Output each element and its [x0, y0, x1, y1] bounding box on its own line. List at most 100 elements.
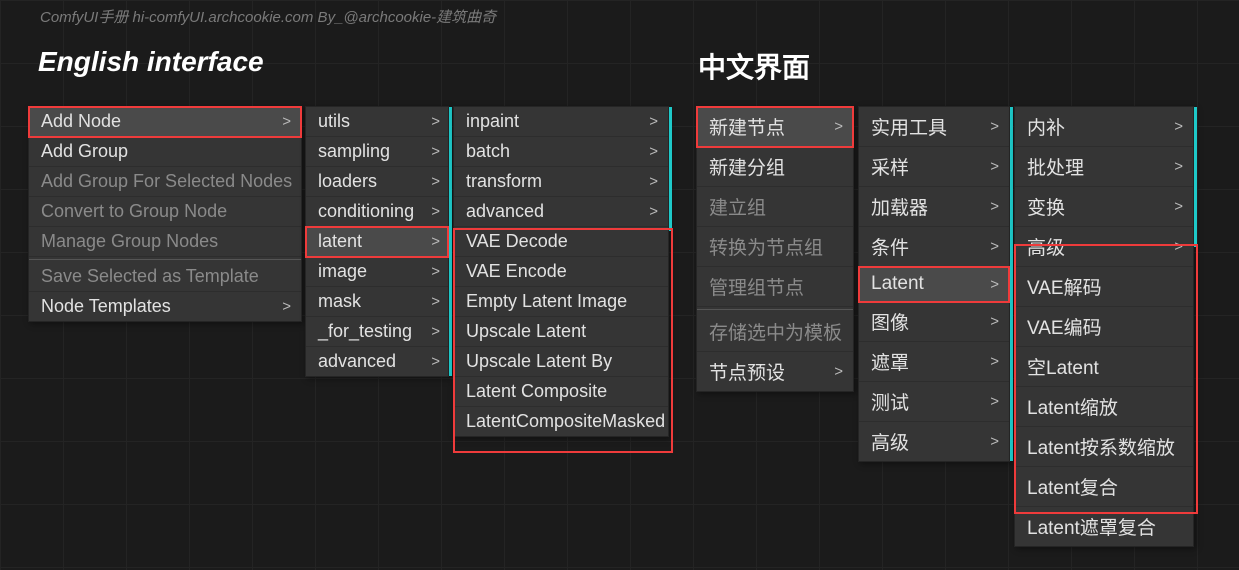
menu-item-label: image	[318, 261, 367, 282]
latent-submenu-en-item[interactable]: VAE Encode	[454, 257, 668, 287]
submenu-arrow-icon: >	[1174, 118, 1183, 135]
submenu-arrow-icon: >	[990, 198, 999, 215]
category-menu-zh-item[interactable]: 实用工具>	[859, 107, 1009, 147]
menu-item-label: Add Group For Selected Nodes	[41, 171, 292, 192]
category-menu-zh-item[interactable]: 条件>	[859, 227, 1009, 267]
context-menu-en-item[interactable]: Node Templates>	[29, 292, 301, 321]
category-menu-en-item[interactable]: image>	[306, 257, 448, 287]
latent-submenu-en-item[interactable]: Latent Composite	[454, 377, 668, 407]
submenu-arrow-icon: >	[990, 393, 999, 410]
menu-item-label: VAE解码	[1027, 273, 1102, 300]
menu-item-label: Latent	[871, 273, 924, 295]
menu-item-label: Manage Group Nodes	[41, 231, 218, 252]
submenu-arrow-icon: >	[431, 323, 440, 340]
latent-submenu-en-item[interactable]: Upscale Latent	[454, 317, 668, 347]
menu-item-label: Save Selected as Template	[41, 266, 259, 287]
latent-submenu-en[interactable]: inpaint>batch>transform>advanced>VAE Dec…	[453, 106, 669, 437]
heading-chinese: 中文界面	[698, 46, 810, 86]
category-menu-en[interactable]: utils>sampling>loaders> conditioning > late…	[305, 106, 449, 377]
menu-item-label: LatentCompositeMasked	[466, 411, 665, 432]
menu-item-label: 实用工具	[871, 113, 947, 140]
latent-submenu-zh-item[interactable]: 批处理>	[1015, 147, 1193, 187]
category-menu-zh-item[interactable]: 高级>	[859, 422, 1009, 461]
menu-item-label: 新建节点	[709, 113, 785, 140]
latent-submenu-en-item[interactable]: inpaint>	[454, 107, 668, 137]
menu-item-label: 图像	[871, 308, 909, 335]
menu-item-label: 高级	[871, 428, 909, 455]
latent-submenu-zh-item[interactable]: VAE编码	[1015, 307, 1193, 347]
menu-item-label: 管理组节点	[709, 273, 804, 300]
category-menu-zh-item[interactable]: 采样 >	[859, 147, 1009, 187]
menu-item-label: 采样	[871, 153, 909, 180]
latent-submenu-zh-item[interactable]: Latent遮罩复合	[1015, 507, 1193, 546]
latent-submenu-zh-item[interactable]: Latent缩放	[1015, 387, 1193, 427]
category-menu-zh[interactable]: 实用工具>采样>加载器>条件>Latent>图像>遮罩>测试>高级>	[858, 106, 1010, 462]
latent-submenu-zh-item[interactable]: Latent按系数缩放	[1015, 427, 1193, 467]
category-menu-en-item[interactable]: advanced>	[306, 347, 448, 376]
menu-item-label: latent	[318, 231, 362, 252]
menu-item-label: 存储选中为模板	[709, 318, 842, 345]
submenu-arrow-icon: >	[649, 173, 658, 190]
context-menu-zh-item[interactable]: 节点预设>	[697, 352, 853, 391]
submenu-arrow-icon: >	[990, 158, 999, 175]
menu-item-label: Node Templates	[41, 296, 171, 317]
context-menu-zh-item: 转换为节点组	[697, 227, 853, 267]
submenu-arrow-icon: >	[649, 143, 658, 160]
latent-submenu-en-item[interactable]: Empty Latent Image	[454, 287, 668, 317]
menu-accent-edge	[669, 107, 672, 231]
menu-accent-edge	[449, 107, 452, 376]
context-menu-zh-item[interactable]: 新建分组	[697, 147, 853, 187]
latent-submenu-zh[interactable]: 内补>批处理> 变换 > 高级 > VAE解码 VAE编码空LatentLatent缩放 La…	[1014, 106, 1194, 547]
category-menu-en-item[interactable]: loaders>	[306, 167, 448, 197]
submenu-arrow-icon: >	[1174, 158, 1183, 175]
submenu-arrow-icon: >	[990, 353, 999, 370]
latent-submenu-en-item[interactable]: VAE Decode	[454, 227, 668, 257]
menu-item-label: conditioning	[318, 201, 414, 222]
context-menu-zh-item[interactable]: 新建节点>	[697, 107, 853, 147]
latent-submenu-zh-item[interactable]: 空Latent	[1015, 347, 1193, 387]
category-menu-zh-item[interactable]: 测试>	[859, 382, 1009, 422]
category-menu-en-item[interactable]: sampling>	[306, 137, 448, 167]
context-menu-zh-item: 管理组节点	[697, 267, 853, 307]
category-menu-zh-item[interactable]: 加载器>	[859, 187, 1009, 227]
menu-item-label: Convert to Group Node	[41, 201, 227, 222]
category-menu-en-item[interactable]: conditioning >	[306, 197, 448, 227]
latent-submenu-en-item[interactable]: batch>	[454, 137, 668, 167]
latent-submenu-en-item[interactable]: transform>	[454, 167, 668, 197]
latent-submenu-zh-item[interactable]: 高级 >	[1015, 227, 1193, 267]
category-menu-zh-item[interactable]: 图像 >	[859, 302, 1009, 342]
submenu-arrow-icon: >	[990, 313, 999, 330]
context-menu-zh-item: 建立组	[697, 187, 853, 227]
context-menu-en-item[interactable]: Add Node>	[29, 107, 301, 137]
menu-item-label: 遮罩	[871, 348, 909, 375]
context-menu-en-item[interactable]: Add Group	[29, 137, 301, 167]
submenu-arrow-icon: >	[431, 293, 440, 310]
submenu-arrow-icon: >	[1174, 198, 1183, 215]
context-menu-en-item: Add Group For Selected Nodes	[29, 167, 301, 197]
latent-submenu-en-item[interactable]: LatentCompositeMasked	[454, 407, 668, 436]
category-menu-en-item[interactable]: latent>	[306, 227, 448, 257]
context-menu-en[interactable]: Add Node>Add Group Add Group For Selected…	[28, 106, 302, 322]
menu-item-label: advanced	[466, 201, 544, 222]
latent-submenu-zh-item[interactable]: VAE解码	[1015, 267, 1193, 307]
category-menu-en-item[interactable]: _for_testing>	[306, 317, 448, 347]
menu-item-label: 变换	[1027, 193, 1065, 220]
latent-submenu-en-item[interactable]: advanced>	[454, 197, 668, 227]
category-menu-zh-item[interactable]: 遮罩 >	[859, 342, 1009, 382]
submenu-arrow-icon: >	[431, 173, 440, 190]
latent-submenu-en-item[interactable]: Upscale Latent By	[454, 347, 668, 377]
context-menu-zh[interactable]: 新建节点> 新建分组建立组转换为节点组管理组节点存储选中为模板节点预设>	[696, 106, 854, 392]
menu-item-label: Latent按系数缩放	[1027, 433, 1175, 460]
latent-submenu-zh-item[interactable]: 变换 >	[1015, 187, 1193, 227]
category-menu-zh-item[interactable]: Latent>	[859, 267, 1009, 302]
submenu-arrow-icon: >	[431, 203, 440, 220]
menu-item-label: 高级	[1027, 233, 1065, 260]
menu-item-label: 新建分组	[709, 153, 785, 180]
menu-item-label: 建立组	[709, 193, 766, 220]
category-menu-en-item[interactable]: mask>	[306, 287, 448, 317]
context-menu-en-item: Save Selected as Template	[29, 262, 301, 292]
latent-submenu-zh-item[interactable]: Latent复合	[1015, 467, 1193, 507]
latent-submenu-zh-item[interactable]: 内补>	[1015, 107, 1193, 147]
category-menu-en-item[interactable]: utils>	[306, 107, 448, 137]
submenu-arrow-icon: >	[1174, 238, 1183, 255]
